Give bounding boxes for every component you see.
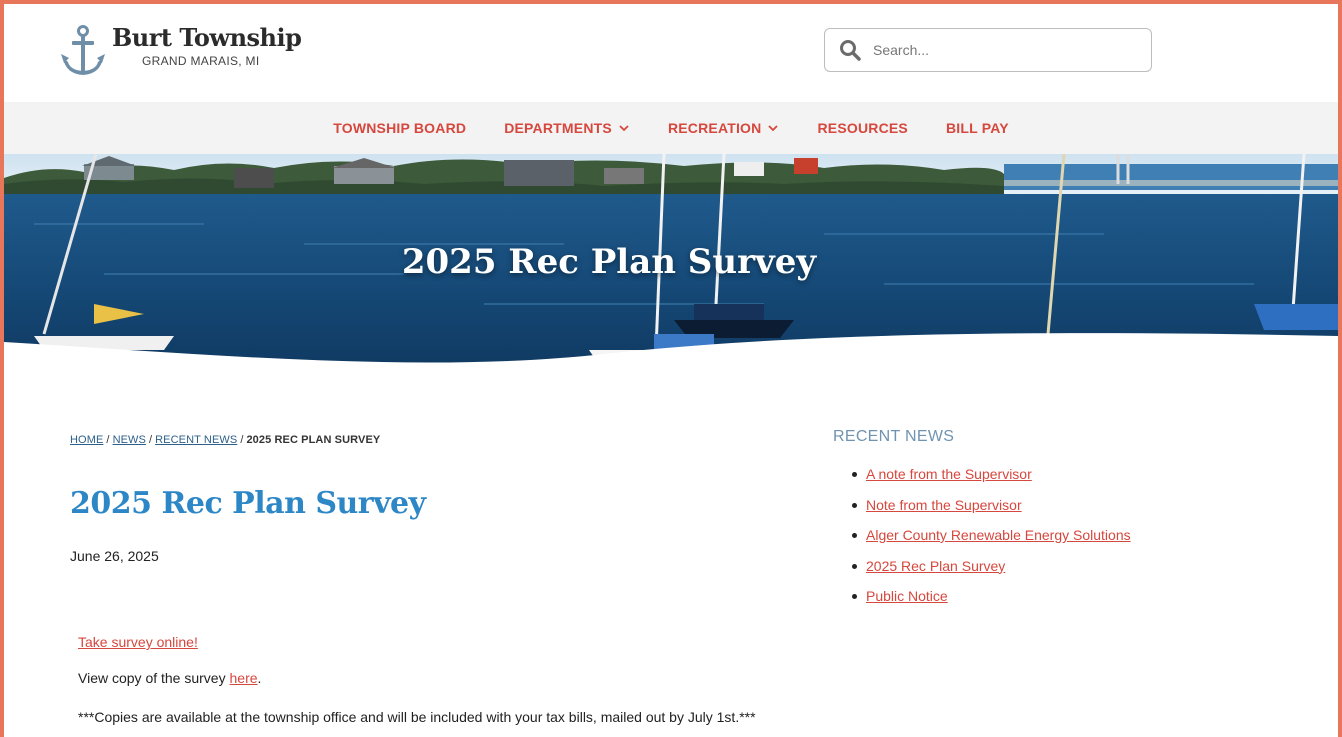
logo-subtitle: GRAND MARAIS, MI	[142, 54, 260, 68]
breadcrumb-news-link[interactable]: NEWS	[113, 434, 146, 446]
main-nav: TOWNSHIP BOARD DEPARTMENTS RECREATION RE…	[4, 102, 1338, 154]
recent-news-link[interactable]: Public Notice	[866, 588, 948, 604]
list-item: Alger County Renewable Energy Solutions	[852, 527, 1131, 558]
recent-news-link[interactable]: Note from the Supervisor	[866, 497, 1022, 513]
nav-item-recreation[interactable]: RECREATION	[668, 120, 780, 136]
list-item: A note from the Supervisor	[852, 466, 1131, 497]
list-item: 2025 Rec Plan Survey	[852, 558, 1131, 589]
nav-label: BILL PAY	[945, 120, 1009, 136]
page-title: 2025 Rec Plan Survey	[70, 486, 426, 521]
list-item: Public Notice	[852, 588, 1131, 619]
anchor-icon	[61, 25, 105, 75]
search-icon	[840, 40, 861, 61]
bullet-icon	[852, 594, 857, 599]
breadcrumb-home-link[interactable]: HOME	[70, 434, 103, 446]
nav-label: TOWNSHIP BOARD	[333, 120, 467, 136]
bullet-icon	[852, 502, 857, 508]
sidebar-title: RECENT NEWS	[833, 428, 955, 445]
nav-item-township-board[interactable]: TOWNSHIP BOARD	[333, 120, 466, 136]
copies-note: ***Copies are available at the township …	[78, 709, 756, 725]
breadcrumb-separator: /	[240, 434, 244, 446]
bullet-icon	[852, 563, 857, 569]
view-copy-suffix: .	[257, 670, 262, 686]
nav-item-departments[interactable]: DEPARTMENTS	[504, 120, 630, 136]
recent-news-link[interactable]: A note from the Supervisor	[866, 466, 1032, 482]
breadcrumb-separator: /	[148, 434, 153, 446]
breadcrumb-recent-news-link[interactable]: RECENT NEWS	[155, 434, 237, 446]
view-copy-text: View copy of the survey here.	[78, 670, 261, 686]
hero-banner: 2025 Rec Plan Survey	[4, 154, 1338, 368]
search-input[interactable]	[873, 42, 1123, 58]
nav-item-resources[interactable]: RESOURCES	[817, 120, 907, 136]
list-item: Note from the Supervisor	[852, 497, 1131, 528]
bullet-icon	[852, 533, 857, 538]
survey-copy-link[interactable]: here	[230, 670, 258, 686]
recent-news-list: A note from the Supervisor Note from the…	[852, 466, 1131, 619]
nav-item-bill-pay[interactable]: BILL PAY	[946, 120, 1009, 136]
breadcrumb-separator: /	[106, 434, 110, 446]
chevron-down-icon	[768, 125, 779, 132]
bullet-icon	[852, 472, 857, 477]
site-header: Burt Township GRAND MARAIS, MI	[4, 4, 1338, 102]
view-copy-prefix: View copy of the survey	[78, 670, 226, 686]
recent-news-link[interactable]: Alger County Renewable Energy Solutions	[866, 527, 1131, 543]
site-logo[interactable]: Burt Township GRAND MARAIS, MI	[60, 23, 302, 78]
logo-name: Burt Township	[112, 23, 302, 52]
post-date: June 26, 2025	[70, 548, 159, 564]
breadcrumb: HOME / NEWS / RECENT NEWS/2025 REC PLAN SURV…	[70, 434, 380, 446]
search-box[interactable]	[824, 28, 1152, 72]
hero-title: 2025 Rec Plan Survey	[401, 242, 817, 282]
nav-label: RESOURCES	[817, 120, 908, 136]
recent-news-link[interactable]: 2025 Rec Plan Survey	[866, 558, 1005, 574]
breadcrumb-current: 2025 REC PLAN SURVEY	[246, 434, 381, 446]
nav-label: RECREATION	[667, 120, 762, 136]
chevron-down-icon	[619, 125, 629, 132]
nav-label: DEPARTMENTS	[504, 120, 612, 136]
take-survey-link[interactable]: Take survey online!	[78, 634, 198, 650]
